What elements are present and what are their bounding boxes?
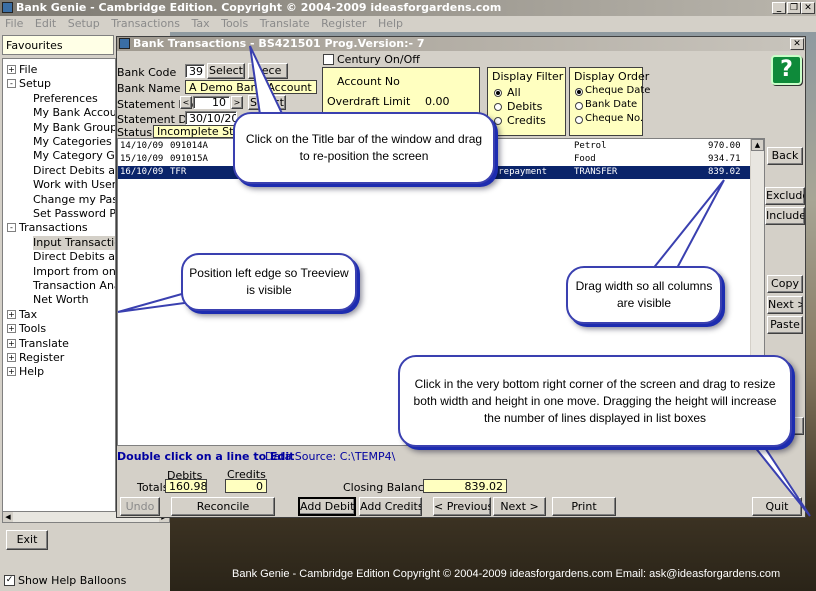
width-balloon-text: Drag width so all columns are visible (575, 279, 713, 310)
corner-balloon-text: Click in the very bottom right corner of… (413, 376, 777, 425)
title-bar-balloon-text: Click on the Title bar of the window and… (245, 132, 483, 163)
title-bar-balloon: Click on the Title bar of the window and… (233, 112, 495, 184)
left-edge-balloon-text: Position left edge so Treeview is visibl… (189, 266, 349, 297)
left-edge-balloon: Position left edge so Treeview is visibl… (181, 253, 357, 311)
width-balloon-pointer (649, 179, 725, 271)
width-balloon: Drag width so all columns are visible (566, 266, 722, 324)
corner-balloon: Click in the very bottom right corner of… (398, 355, 792, 447)
